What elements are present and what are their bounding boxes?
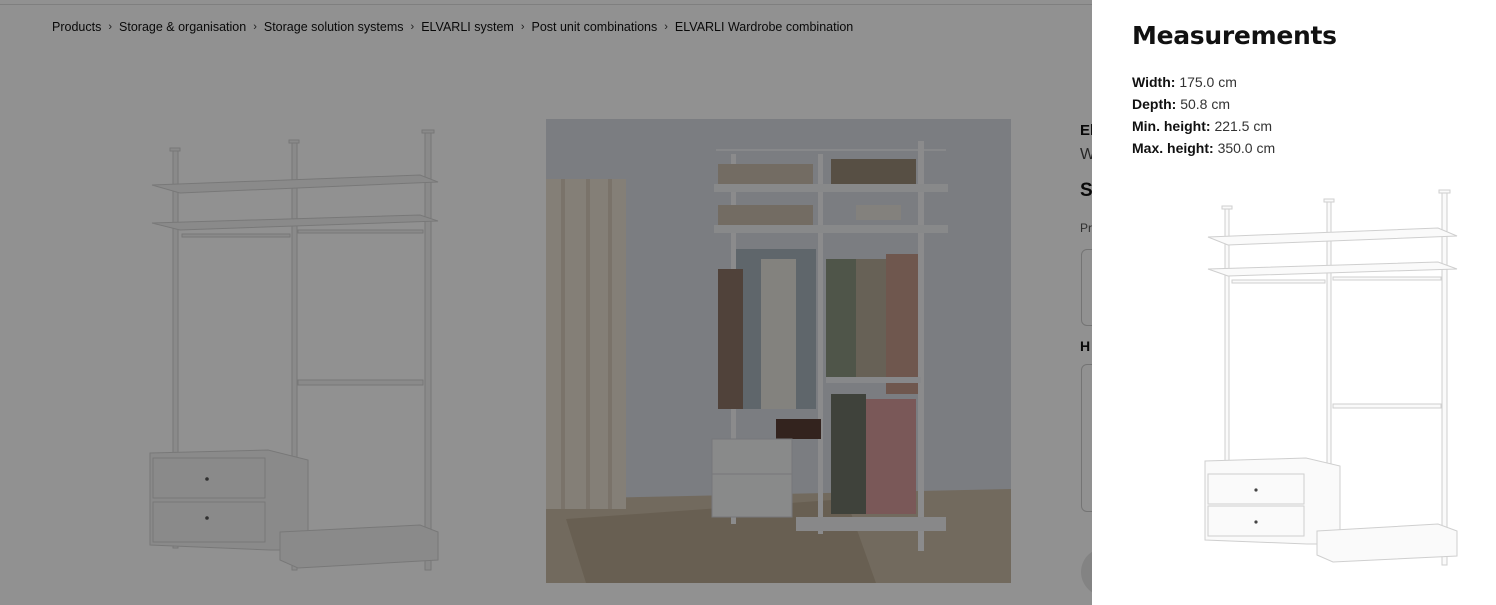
width-label: Width: (1132, 74, 1176, 90)
measurement-depth: Depth: 50.8 cm (1132, 93, 1275, 115)
max-height-label: Max. height: (1132, 140, 1214, 156)
measurement-width: Width: 175.0 cm (1132, 71, 1275, 93)
measurements-panel: Measurements Width: 175.0 cm Depth: 50.8… (1092, 0, 1496, 605)
min-height-label: Min. height: (1132, 118, 1211, 134)
measurements-list: Width: 175.0 cm Depth: 50.8 cm Min. heig… (1132, 71, 1275, 159)
measurements-product-image (1204, 189, 1458, 566)
max-height-value: 350.0 cm (1217, 140, 1276, 156)
measurement-min-height: Min. height: 221.5 cm (1132, 115, 1275, 137)
depth-label: Depth: (1132, 96, 1177, 112)
measurements-title: Measurements (1132, 21, 1337, 50)
min-height-value: 221.5 cm (1214, 118, 1273, 134)
depth-value: 50.8 cm (1180, 96, 1231, 112)
modal-backdrop[interactable] (0, 0, 1092, 605)
measurement-max-height: Max. height: 350.0 cm (1132, 137, 1275, 159)
width-value: 175.0 cm (1179, 74, 1237, 90)
